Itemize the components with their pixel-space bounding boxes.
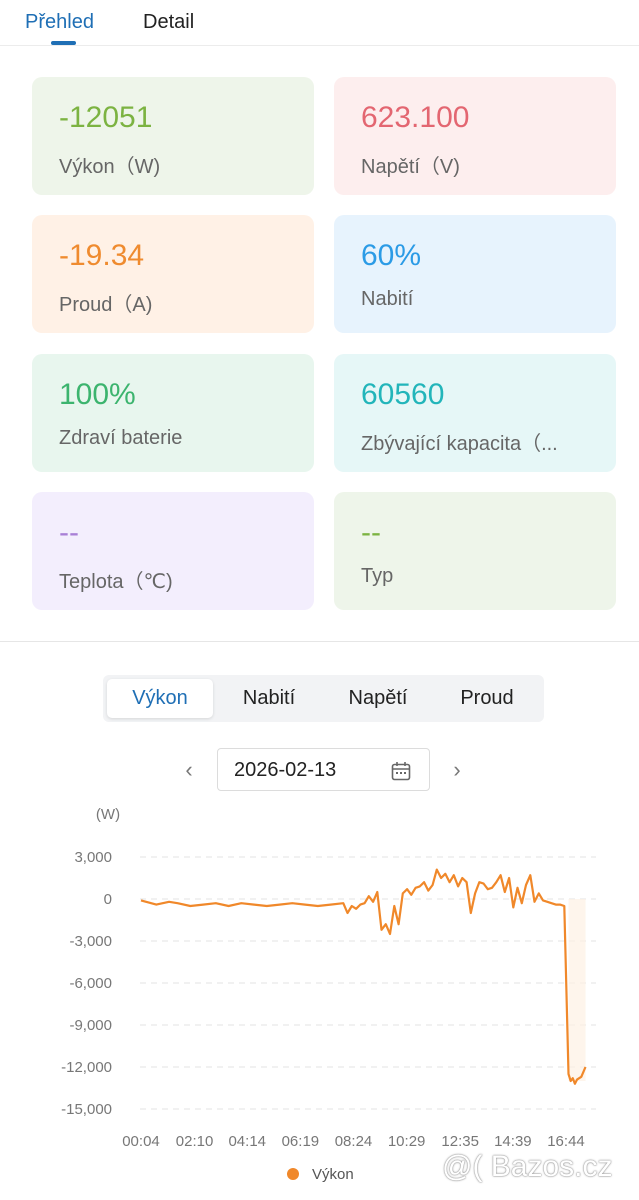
date-value: 2026-02-13 bbox=[234, 759, 337, 781]
tab-detail[interactable]: Detail bbox=[143, 11, 194, 34]
card-value: 623.100 bbox=[361, 101, 470, 134]
y-axis-unit-label: (W) bbox=[96, 806, 120, 823]
top-tab-bar: Přehled Detail bbox=[0, 0, 639, 46]
card-label: Teplota（℃) bbox=[59, 571, 173, 593]
x-tick-label: 00:04 bbox=[122, 1133, 160, 1150]
y-tick-label: -6,000 bbox=[69, 975, 112, 992]
card-label: Zdraví baterie bbox=[59, 427, 183, 449]
chart-legend[interactable]: Výkon bbox=[287, 1166, 354, 1183]
chart-grid bbox=[140, 856, 596, 1110]
segment-charge[interactable]: Nabití bbox=[216, 679, 322, 718]
y-tick-label: -12,000 bbox=[61, 1059, 112, 1076]
segment-power[interactable]: Výkon bbox=[107, 679, 213, 718]
y-tick-label: 3,000 bbox=[74, 849, 112, 866]
series-area-fill bbox=[568, 899, 586, 1081]
bazos-watermark: @( Bazos.cz bbox=[442, 1150, 613, 1183]
card-label: Typ bbox=[361, 565, 394, 587]
x-tick-label: 06:19 bbox=[282, 1133, 320, 1150]
tab-overview[interactable]: Přehled bbox=[25, 11, 94, 34]
x-tick-label: 12:35 bbox=[441, 1133, 479, 1150]
y-tick-label: 0 bbox=[104, 891, 112, 908]
card-value: 60% bbox=[361, 239, 422, 272]
card-current: -19.34 Proud（A) bbox=[32, 215, 314, 333]
card-battery-health: 100% Zdraví baterie bbox=[32, 354, 314, 472]
card-value: -- bbox=[59, 516, 79, 549]
section-divider bbox=[0, 641, 639, 642]
power-line-chart: (W) 3,000 0 -3,000 -6,000 -9,000 -12,000 -15,0… bbox=[61, 806, 596, 1183]
y-tick-label: -15,000 bbox=[61, 1101, 112, 1118]
card-value: -19.34 bbox=[59, 239, 145, 272]
legend-marker bbox=[287, 1168, 299, 1180]
card-value: 60560 bbox=[361, 378, 445, 411]
chart-series bbox=[140, 868, 587, 1085]
card-value: -12051 bbox=[59, 101, 153, 134]
y-tick-label: -3,000 bbox=[69, 933, 112, 950]
x-tick-label: 02:10 bbox=[176, 1133, 214, 1150]
x-tick-label: 04:14 bbox=[228, 1133, 266, 1150]
x-tick-label: 08:24 bbox=[335, 1133, 373, 1150]
card-label: Napětí（V) bbox=[361, 156, 460, 178]
card-temperature: -- Teplota（℃) bbox=[32, 492, 314, 610]
card-voltage: 623.100 Napětí（V) bbox=[334, 77, 616, 195]
chart-metric-selector: Výkon Nabití Napětí Proud bbox=[103, 675, 544, 722]
card-label: Nabití bbox=[361, 288, 414, 310]
card-remaining-capacity: 60560 Zbývající kapacita（... bbox=[334, 354, 616, 472]
x-tick-label: 16:44 bbox=[547, 1133, 585, 1150]
card-label: Výkon（W) bbox=[59, 156, 161, 178]
card-value: 100% bbox=[59, 378, 136, 411]
x-tick-label: 14:39 bbox=[494, 1133, 532, 1150]
y-tick-label: -9,000 bbox=[69, 1017, 112, 1034]
next-day-chevron-right-icon[interactable]: › bbox=[445, 755, 469, 785]
card-charge: 60% Nabití bbox=[334, 215, 616, 333]
y-axis-ticks: 3,000 0 -3,000 -6,000 -9,000 -12,000 -15,000 bbox=[61, 849, 112, 1118]
card-power: -12051 Výkon（W) bbox=[32, 77, 314, 195]
series-line-power bbox=[140, 868, 587, 1085]
x-tick-label: 10:29 bbox=[388, 1133, 426, 1150]
segment-voltage[interactable]: Napětí bbox=[325, 679, 431, 718]
card-label: Zbývající kapacita（... bbox=[361, 433, 558, 455]
prev-day-chevron-left-icon[interactable]: ‹ bbox=[177, 755, 201, 785]
legend-label-power: Výkon bbox=[312, 1166, 354, 1183]
segment-current[interactable]: Proud bbox=[434, 679, 540, 718]
card-label: Proud（A) bbox=[59, 294, 153, 316]
card-type: -- Typ bbox=[334, 492, 616, 610]
calendar-icon bbox=[391, 762, 411, 781]
date-picker[interactable]: 2026-02-13 bbox=[217, 748, 430, 791]
card-value: -- bbox=[361, 516, 381, 549]
active-tab-indicator bbox=[51, 41, 76, 45]
x-axis-ticks: 00:04 02:10 04:14 06:19 08:24 10:29 12:35 14:39… bbox=[122, 1133, 585, 1150]
